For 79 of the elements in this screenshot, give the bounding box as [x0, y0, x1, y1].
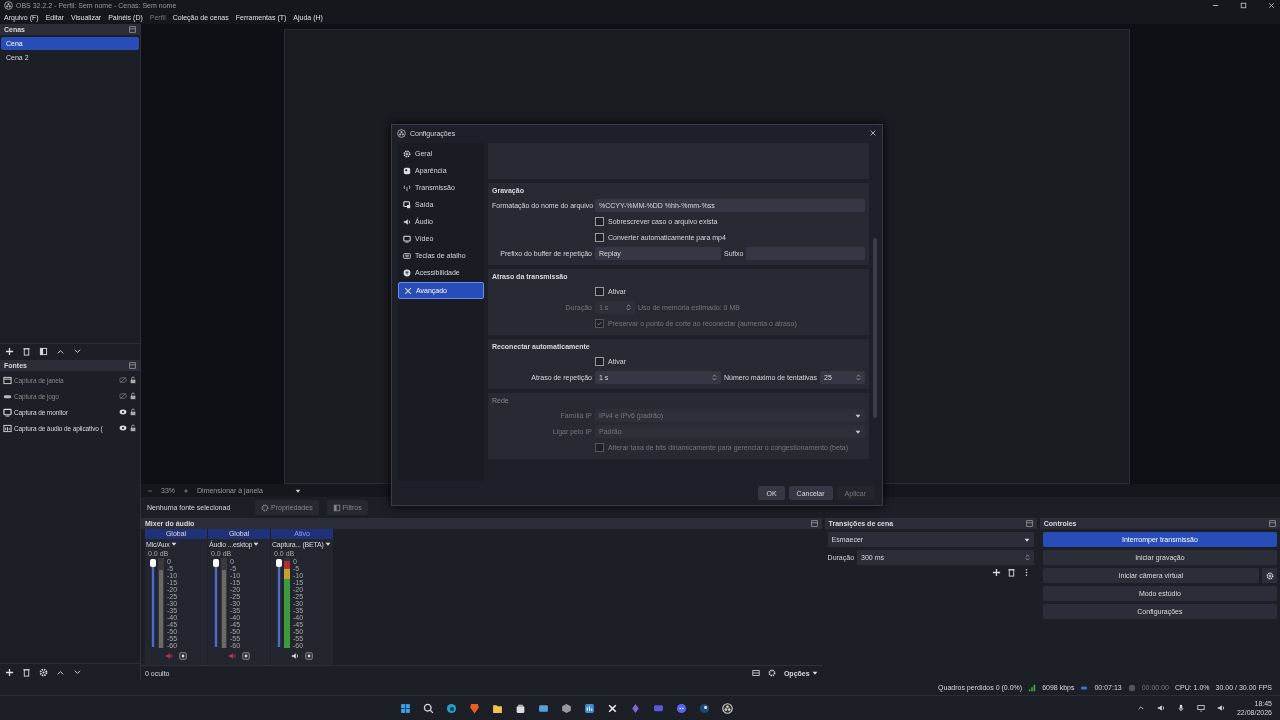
microphone-icon[interactable]: [1176, 704, 1185, 712]
signal-icon: [1028, 683, 1037, 692]
eye-icon[interactable]: [119, 424, 127, 432]
chart-app-icon[interactable]: [584, 702, 595, 714]
accessibility-icon: [403, 268, 411, 277]
up-icon[interactable]: [56, 347, 65, 356]
speaker-icon[interactable]: [1156, 704, 1165, 712]
monitor-icon: [3, 407, 12, 417]
undock-icon[interactable]: [810, 520, 818, 527]
x-logo-icon[interactable]: [607, 702, 618, 714]
trash-icon[interactable]: [22, 347, 31, 356]
gear-icon[interactable]: [242, 652, 250, 660]
undock-icon[interactable]: [1025, 520, 1033, 527]
checkbox[interactable]: [595, 233, 604, 242]
tools-icon: [404, 286, 412, 295]
window-icon: [3, 375, 12, 385]
crystal-icon[interactable]: [630, 702, 641, 714]
maximize-icon[interactable]: [1239, 1, 1248, 10]
speaker-icon[interactable]: [291, 652, 299, 660]
add-icon[interactable]: [5, 347, 14, 356]
record-icon: [1127, 683, 1136, 692]
lock-icon[interactable]: [129, 408, 137, 416]
app-logo-icon: [397, 128, 406, 138]
store-bag-icon[interactable]: [515, 702, 526, 714]
close-icon[interactable]: [869, 129, 877, 137]
eye-icon[interactable]: [119, 408, 127, 416]
gear-icon: [403, 149, 411, 158]
cube-app-icon[interactable]: [561, 702, 572, 714]
trash-icon[interactable]: [1006, 568, 1016, 577]
checkbox[interactable]: [595, 217, 604, 226]
undock-icon[interactable]: [1269, 520, 1276, 527]
muted-speaker-icon[interactable]: [165, 652, 173, 660]
gear-icon[interactable]: [179, 652, 187, 660]
antenna-icon: [403, 183, 411, 192]
caret-icon[interactable]: [295, 487, 301, 494]
volume-slider[interactable]: [151, 561, 155, 647]
volume-slider[interactable]: [214, 561, 218, 647]
app-logo-icon: [4, 1, 13, 10]
checkbox[interactable]: [595, 357, 604, 366]
muted-speaker-icon[interactable]: [228, 652, 236, 660]
caret-icon[interactable]: [324, 541, 331, 547]
search-icon[interactable]: [423, 702, 434, 714]
folder-icon[interactable]: [492, 702, 503, 714]
speaker-icon[interactable]: [1216, 704, 1225, 712]
caret-icon[interactable]: [1023, 536, 1030, 543]
close-icon[interactable]: [1267, 1, 1276, 10]
stepper-arrows-icon[interactable]: [856, 373, 861, 382]
chevron-up-icon[interactable]: [1136, 704, 1145, 712]
chat-app-icon[interactable]: [676, 702, 687, 714]
keyboard-icon: [403, 251, 411, 260]
speaker-icon: [403, 217, 411, 226]
app-window-icon: [3, 423, 12, 433]
windows-start-icon[interactable]: [400, 702, 411, 714]
checkbox[interactable]: [595, 287, 604, 296]
hidden-eye-icon[interactable]: [119, 392, 127, 400]
undock-icon[interactable]: [129, 361, 136, 369]
add-icon[interactable]: [991, 568, 1001, 577]
gear-icon[interactable]: [305, 652, 313, 660]
caret-icon[interactable]: [253, 541, 260, 547]
down-icon[interactable]: [73, 667, 82, 677]
down-icon[interactable]: [73, 347, 82, 356]
layout-icon[interactable]: [751, 669, 760, 677]
stepper-arrows-icon[interactable]: [712, 373, 717, 382]
output-icon: [403, 200, 411, 209]
palette-icon: [403, 166, 411, 175]
monitor-icon: [403, 234, 411, 243]
lock-icon[interactable]: [129, 424, 137, 432]
undock-icon[interactable]: [129, 26, 136, 33]
stepper-arrows-icon[interactable]: [1024, 553, 1030, 562]
caret-icon[interactable]: [170, 541, 177, 547]
lock-icon[interactable]: [129, 376, 137, 384]
lock-icon[interactable]: [129, 392, 137, 400]
volume-slider[interactable]: [277, 561, 281, 647]
add-icon[interactable]: [5, 667, 14, 677]
caret-icon[interactable]: [811, 670, 818, 676]
trash-icon[interactable]: [22, 667, 31, 677]
hidden-eye-icon[interactable]: [119, 376, 127, 384]
app-logo-icon[interactable]: [722, 702, 733, 714]
zoom-in-icon[interactable]: [183, 487, 189, 494]
